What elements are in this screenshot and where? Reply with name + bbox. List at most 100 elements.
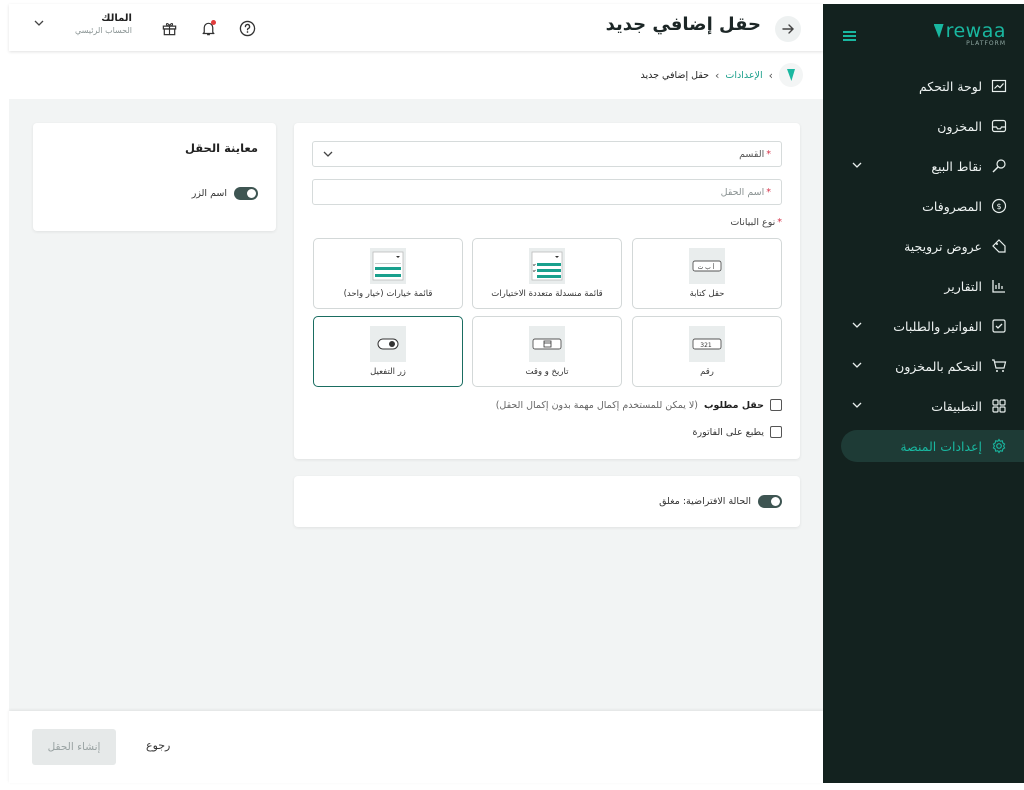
sidebar-item[interactable]: لوحة التحكم [823,66,1024,106]
svg-text:321: 321 [700,342,712,349]
sidebar-item[interactable]: $ المصروفات [823,186,1024,226]
data-type-label: رقم [700,367,714,377]
sidebar-item-label: إعدادات المنصة [900,438,982,454]
data-type-option[interactable]: تاريخ و وقت [472,316,622,387]
help-icon[interactable] [239,20,256,37]
sidebar-nav: لوحة التحكم المخزون نقاط البيع $ المصروفات عر… [823,66,1024,466]
brand-logo[interactable]: rewaa PLATFORM [933,20,1006,47]
data-type-label: قائمة منسدلة متعددة الاختيارات [491,289,603,299]
field-preview-card: معاينة الحقل اسم الزر [33,123,276,231]
required-checkbox-row[interactable]: حقل مطلوب (لا يمكن للمستخدم إكمال مهمة ب… [496,399,782,411]
cart-icon [990,358,1007,375]
notifications-button[interactable] [200,20,217,37]
svg-text:أ ب ت: أ ب ت [698,263,715,271]
main-content: * القسم * اسم الحقل *نوع البيانات أ ب تح… [9,99,823,711]
breadcrumb: › الإعدادات › حقل إضافي جديد [641,62,803,88]
breadcrumb-home[interactable] [779,63,803,87]
sidebar-item[interactable]: التقارير [823,266,1024,306]
field-form-card: * القسم * اسم الحقل *نوع البيانات أ ب تح… [294,123,800,459]
sidebar-item-label: الفواتير والطلبات [893,318,982,334]
sidebar-item-label: عروض ترويجية [904,238,982,254]
inbox-icon [990,118,1007,135]
toggle-icon [370,326,406,362]
chevron-down-icon[interactable] [33,18,45,28]
required-marker: * [766,186,771,198]
sidebar-item[interactable]: نقاط البيع [823,146,1024,186]
sidebar-item-label: التقارير [944,278,982,294]
breadcrumb-settings-link[interactable]: الإعدادات [725,70,762,81]
chevron-left-icon: › [715,68,720,82]
grid-icon [990,398,1007,415]
dollar-circle-icon: $ [990,198,1007,215]
sidebar: rewaa PLATFORM لوحة التحكم المخزون نقاط ال… [823,4,1024,783]
logo-mark-icon [933,24,944,38]
sidebar-item-label: التحكم بالمخزون [895,358,982,374]
data-type-option[interactable]: 321 رقم [632,316,782,387]
chevron-down-icon [323,151,333,157]
print-checkbox-row[interactable]: يطبع على الفاتورة [693,426,782,438]
data-type-label: حقل كتابة [689,289,725,299]
sidebar-item[interactable]: إعدادات المنصة [823,426,1024,466]
section-select[interactable]: * القسم [312,141,782,167]
sidebar-item-label: المصروفات [922,198,982,214]
user-menu[interactable]: المالك الحساب الرئيسي [75,13,132,35]
chevron-left-icon: › [768,68,773,82]
chevron-down-icon [852,322,862,328]
default-state-toggle[interactable] [758,495,782,508]
footer-bar: رجوع إنشاء الحقل [9,711,823,783]
back-button[interactable]: رجوع [146,739,170,752]
data-type-label: *نوع البيانات [730,217,782,228]
print-on-invoice-checkbox[interactable] [770,426,782,438]
required-hint: (لا يمكن للمستخدم إكمال مهمة بدون إكمال … [495,399,698,411]
back-arrow-button[interactable] [775,16,801,42]
svg-text:$: $ [996,202,1001,211]
arrow-right-icon [782,24,794,34]
sidebar-header: rewaa PLATFORM [823,4,1024,66]
field-name-placeholder: اسم الحقل [720,186,765,198]
data-type-option[interactable]: قائمة منسدلة متعددة الاختيارات [472,238,622,309]
sidebar-item-label: لوحة التحكم [918,78,982,94]
default-state-row: الحالة الافتراضية: مغلق [659,495,782,508]
tag-icon [990,238,1007,255]
checkbox-icon [990,318,1007,335]
field-name-input[interactable]: * اسم الحقل [312,179,782,205]
user-role: الحساب الرئيسي [75,26,132,35]
preview-toggle[interactable] [234,187,258,200]
chevron-down-icon [852,402,862,408]
user-name: المالك [101,13,132,24]
data-type-label-text: نوع البيانات [730,217,776,228]
sidebar-item[interactable]: التحكم بالمخزون [823,346,1024,386]
brand-name: rewaa [945,20,1006,42]
brand-tagline: PLATFORM [966,40,1006,47]
create-field-button[interactable]: إنشاء الحقل [32,729,116,765]
gift-icon[interactable] [161,20,178,37]
notification-dot [211,20,216,25]
gear-icon [990,438,1007,455]
single-dropdown-icon [370,248,406,284]
text-field-icon: أ ب ت [689,248,725,284]
app-root: rewaa PLATFORM لوحة التحكم المخزون نقاط ال… [0,0,1024,790]
default-state-label: الحالة الافتراضية: مغلق [659,496,751,507]
data-type-option[interactable]: قائمة خيارات (خيار واحد) [313,238,463,309]
sidebar-item-label: المخزون [937,118,982,134]
search-tag-icon [990,158,1007,175]
menu-toggle-icon[interactable] [843,31,856,41]
sidebar-item[interactable]: المخزون [823,106,1024,146]
sidebar-item[interactable]: التطبيقات [823,386,1024,426]
number-field-icon: 321 [689,326,725,362]
sidebar-item[interactable]: عروض ترويجية [823,226,1024,266]
required-label: حقل مطلوب [704,399,764,411]
sidebar-item[interactable]: الفواتير والطلبات [823,306,1024,346]
multi-dropdown-icon [529,248,565,284]
data-type-option[interactable]: أ ب ت حقل كتابة [632,238,782,309]
sidebar-item-label: نقاط البيع [931,158,982,174]
default-state-card: الحالة الافتراضية: مغلق [294,476,800,527]
sidebar-item-label: التطبيقات [931,398,982,414]
required-marker: * [777,217,782,228]
data-type-label: زر التفعيل [370,367,406,377]
chart-line-icon [990,78,1007,95]
required-checkbox[interactable] [770,399,782,411]
data-type-option[interactable]: زر التفعيل [313,316,463,387]
required-marker: * [766,148,771,160]
section-select-placeholder: القسم [739,148,765,160]
